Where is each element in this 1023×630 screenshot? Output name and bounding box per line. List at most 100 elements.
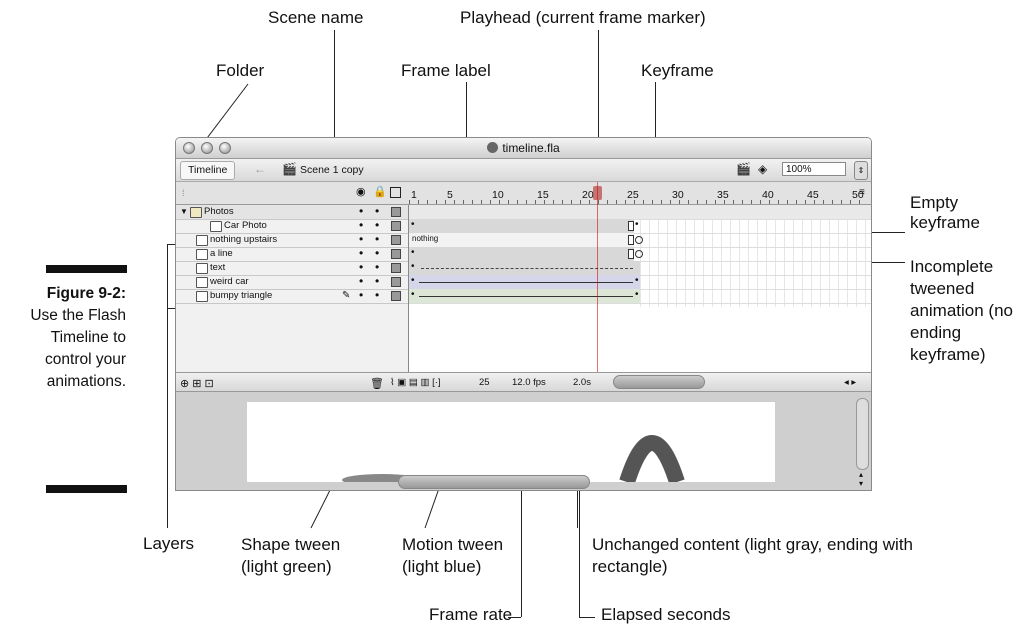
ruler-tick [562,200,563,204]
stage-shapes [342,435,685,486]
outline-color-box[interactable] [391,263,401,273]
visibility-dot[interactable]: • [359,233,363,246]
trash-icon[interactable]: 🗑 [370,377,384,390]
ruler-tick [571,200,572,204]
layer-row[interactable]: bumpy triangle ✎ • • [176,289,408,304]
visibility-dot[interactable]: • [375,205,379,218]
layer-row[interactable]: weird car • • [176,275,408,290]
end-frame-rect [628,235,634,245]
layer-name: Photos [204,206,234,217]
layer-row[interactable]: a line • • [176,247,408,262]
layer-icon [196,249,208,260]
ruler-tick [841,200,842,204]
frame-row-weird-car: • • [409,275,871,290]
ruler-tick [814,200,815,204]
layer-row[interactable]: text • • [176,261,408,276]
ruler-tick-label: 35 [717,189,729,201]
outline-icon[interactable] [390,187,401,198]
ruler-tick [679,200,680,204]
flash-window: timeline.fla Timeline ← 🎬 Scene 1 copy 🎬… [175,137,872,491]
layer-row[interactable]: ▼ Photos • • [176,205,408,220]
ruler-tick [859,200,860,204]
ruler-tick [445,200,446,204]
ruler-tick [742,200,743,204]
ruler-tick-label: 10 [492,189,504,201]
ruler-tick [454,200,455,204]
ruler-tick [751,200,752,204]
timeline-scroll-thumb[interactable] [613,375,705,389]
visibility-dot[interactable]: • [375,247,379,260]
outline-color-box[interactable] [391,277,401,287]
layer-name: nothing upstairs [210,234,278,245]
visibility-dot[interactable]: • [359,247,363,260]
visibility-dot[interactable]: • [359,205,363,218]
unchanged-content-span [409,247,634,261]
visibility-dot[interactable]: • [359,275,363,288]
outline-color-box[interactable] [391,207,401,217]
visibility-dot[interactable]: • [359,219,363,232]
keyframe-dot: • [411,289,415,300]
ruler-tick [652,200,653,204]
add-layer-icons[interactable]: ⊕ ⊞ ⊡ [180,377,214,390]
frame-row-bumpy-triangle: • • [409,289,871,304]
onion-skin-icons[interactable]: ⌇ ▣ ▤ ▥ [·] [390,377,441,388]
visibility-dot[interactable]: • [375,289,379,302]
frame-row-a-line: • [409,247,871,262]
ruler-tick [418,200,419,204]
fla-file-icon [487,142,499,153]
edit-scene-icon[interactable]: 🎬 [736,162,751,176]
scroll-arrows[interactable]: ▴ ▾ [859,470,863,488]
title-bar: timeline.fla [176,138,871,159]
ruler-tick [526,200,527,204]
visibility-dot[interactable]: • [375,219,379,232]
back-arrow-icon[interactable]: ← [254,162,266,176]
visibility-dot[interactable]: • [375,275,379,288]
frame-rate: 12.0 fps [512,377,546,388]
ruler-tick [580,200,581,204]
layer-icon [196,291,208,302]
ruler-tick [427,200,428,204]
outline-color-box[interactable] [391,291,401,301]
ruler-tick-label: 30 [672,189,684,201]
triangle-shape [619,435,685,485]
timeline-tab[interactable]: Timeline [180,161,236,180]
frame-ruler[interactable]: 1510152025303540455055 [409,182,871,204]
edit-symbol-icon[interactable]: ◈ [758,162,767,176]
outline-color-box[interactable] [391,221,401,231]
ruler-tick [724,200,725,204]
visibility-dot[interactable]: • [375,261,379,274]
zoom-field[interactable]: 100% [782,162,846,176]
ruler-tick [670,200,671,204]
stage-scroll-thumb[interactable] [398,475,590,489]
current-frame: 25 [479,377,490,388]
visibility-dot[interactable]: • [359,261,363,274]
outline-color-box[interactable] [391,249,401,259]
eye-icon[interactable]: ◉ [356,185,366,198]
visibility-dot[interactable]: • [359,289,363,302]
ruler-tick [481,200,482,204]
ruler-tick [661,200,662,204]
layer-row[interactable]: Car Photo • • [176,219,408,234]
outline-color-box[interactable] [391,235,401,245]
layer-name: text [210,262,226,273]
disclosure-triangle-icon[interactable]: ▼ [180,205,188,219]
ruler-tick [643,200,644,204]
lock-icon[interactable]: 🔒 [373,185,387,198]
zoom-stepper[interactable]: ⇕ [854,161,868,180]
stage-vertical-scrollbar[interactable] [856,398,869,470]
ruler-tick [472,200,473,204]
window-title: timeline.fla [176,141,871,155]
ruler-tick [589,200,590,204]
frame-row-nothing-upstairs: nothing [409,233,871,248]
timeline-menu-icon[interactable]: ≡ [859,187,865,198]
ruler-tick-label: 15 [537,189,549,201]
stage-area: ▴ ▾ [176,392,871,490]
scroll-arrows[interactable]: ◂ ▸ [844,377,856,388]
ruler-tick [544,200,545,204]
visibility-dot[interactable]: • [375,233,379,246]
ruler-tick [778,200,779,204]
layer-row[interactable]: nothing upstairs • • [176,233,408,248]
ruler-tick [463,200,464,204]
end-frame-rect [628,221,634,231]
ruler-tick [787,200,788,204]
